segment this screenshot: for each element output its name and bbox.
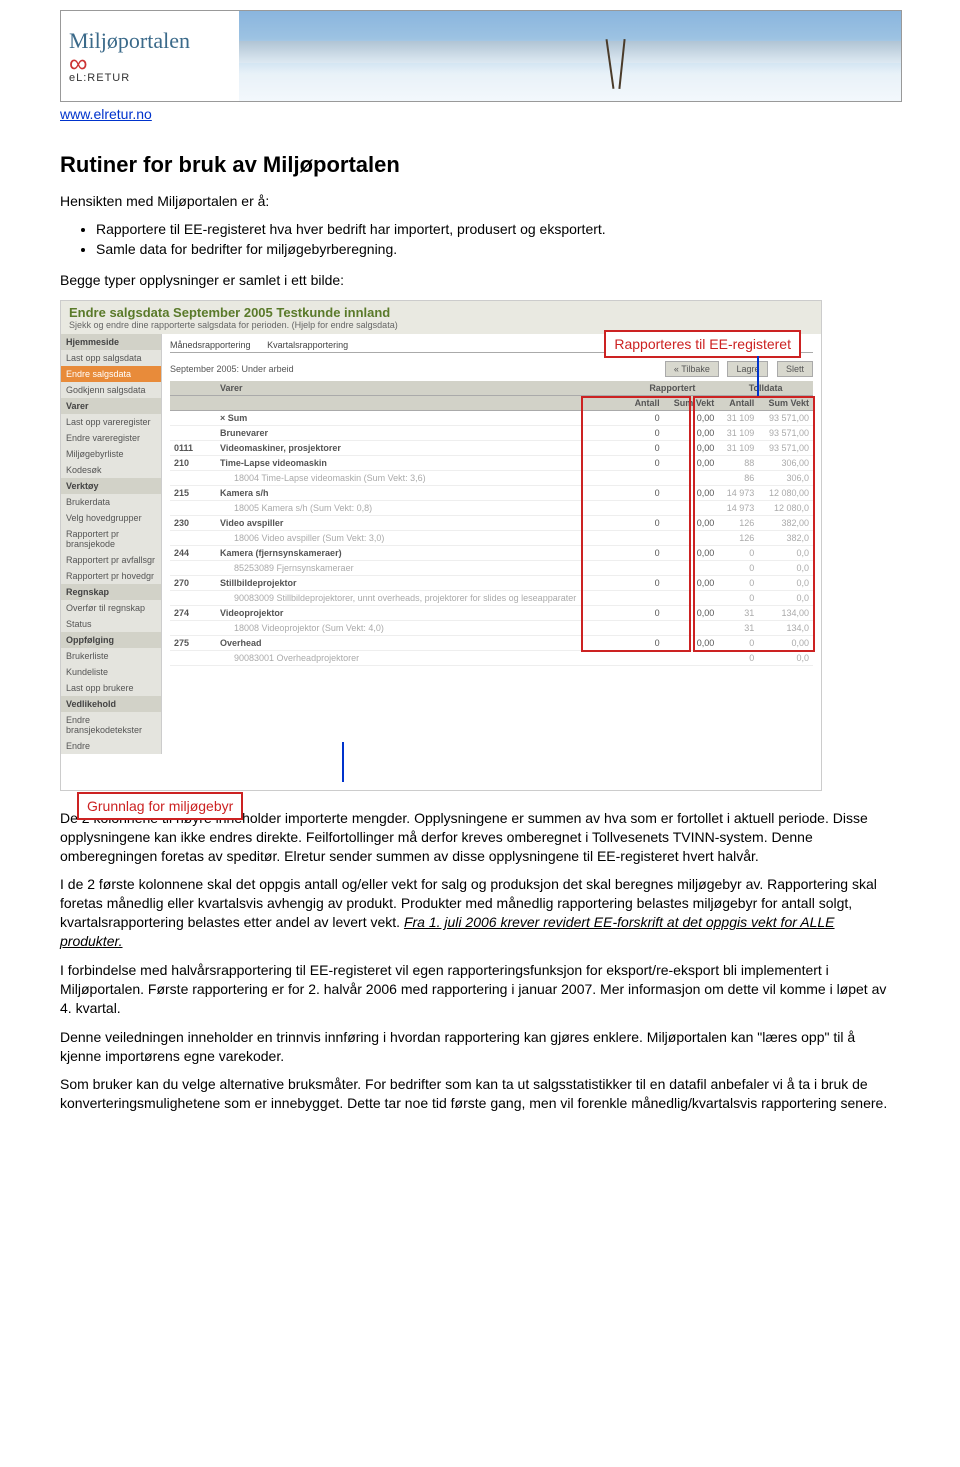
sidebar-item[interactable]: Endre vareregister (61, 430, 161, 446)
back-button[interactable]: « Tilbake (665, 361, 719, 377)
sidebar-group: Varer (61, 398, 161, 414)
red-box-rapportert (581, 396, 691, 652)
sidebar-item[interactable]: Last opp vareregister (61, 414, 161, 430)
shot-sidebar: HjemmesideLast opp salgsdataEndre salgsd… (61, 334, 162, 754)
banner-logo: Miljøportalen ∞ eL:RETUR (61, 11, 239, 101)
sidebar-group: Vedlikehold (61, 696, 161, 712)
sidebar-item[interactable]: Kundeliste (61, 664, 161, 680)
shot-title: Endre salgsdata September 2005 Testkunde… (69, 305, 813, 320)
sidebar-item[interactable]: Brukerliste (61, 648, 161, 664)
shot-subtitle: Sjekk og endre dine rapporterte salgsdat… (69, 320, 813, 330)
doc-title: Rutiner for bruk av Miljøportalen (60, 152, 900, 178)
sidebar-group: Verktøy (61, 478, 161, 494)
list-item: Samle data for bedrifter for miljøgebyrb… (96, 241, 900, 257)
site-link[interactable]: www.elretur.no (60, 106, 152, 122)
sidebar-item[interactable]: Velg hovedgrupper (61, 510, 161, 526)
sidebar-item[interactable]: Endre (61, 738, 161, 754)
para-before-shot: Begge typer opplysninger er samlet i ett… (60, 271, 900, 290)
para-veiledning: Denne veiledningen inneholder en trinnvi… (60, 1028, 900, 1066)
red-box-tolldata (693, 396, 815, 652)
arrow-up (342, 742, 344, 782)
para-columns-left: I de 2 første kolonnene skal det oppgis … (60, 875, 900, 951)
sidebar-item[interactable]: Rapportert pr avfallsgr (61, 552, 161, 568)
sidebar-group: Oppfølging (61, 632, 161, 648)
sidebar-item[interactable]: Miljøgebyrliste (61, 446, 161, 462)
portal-name: Miljøportalen (69, 28, 239, 54)
sidebar-item[interactable]: Endre bransjekodetekster (61, 712, 161, 738)
para-bruker: Som bruker kan du velge alternative bruk… (60, 1075, 900, 1113)
callout-ee-register: Rapporteres til EE-registeret (604, 330, 801, 358)
sidebar-item[interactable]: Status (61, 616, 161, 632)
sidebar-item[interactable]: Last opp brukere (61, 680, 161, 696)
para-halvaar: I forbindelse med halvårsrapportering ti… (60, 961, 900, 1018)
th-rapportert: Rapportert (626, 381, 718, 396)
th-tolldata: Tolldata (718, 381, 813, 396)
intro-line: Hensikten med Miljøportalen er å: (60, 192, 900, 211)
sidebar-group: Regnskap (61, 584, 161, 600)
tab[interactable]: Kvartalsrapportering (267, 340, 348, 350)
sidebar-item[interactable]: Godkjenn salgsdata (61, 382, 161, 398)
sidebar-item[interactable]: Overfør til regnskap (61, 600, 161, 616)
arrow-down (757, 356, 759, 396)
sidebar-item[interactable]: Last opp salgsdata (61, 350, 161, 366)
embedded-screenshot: Endre salgsdata September 2005 Testkunde… (60, 300, 822, 791)
sidebar-item[interactable]: Kodesøk (61, 462, 161, 478)
brand-tag: eL:RETUR (69, 72, 239, 84)
th-varer: Varer (216, 381, 626, 396)
sidebar-group: Hjemmeside (61, 334, 161, 350)
banner-photo (239, 11, 901, 101)
sidebar-item[interactable]: Brukerdata (61, 494, 161, 510)
banner: Miljøportalen ∞ eL:RETUR (60, 10, 902, 102)
callout-grunnlag: Grunnlag for miljøgebyr (77, 792, 243, 820)
table-row: 90083001 Overheadprojektorer00,0 (170, 650, 813, 665)
list-item: Rapportere til EE-registeret hva hver be… (96, 221, 900, 237)
delete-button[interactable]: Slett (777, 361, 813, 377)
sidebar-item[interactable]: Endre salgsdata (61, 366, 161, 382)
sidebar-item[interactable]: Rapportert pr hovedgr (61, 568, 161, 584)
period-label: September 2005: Under arbeid (170, 364, 294, 374)
sidebar-item[interactable]: Rapportert pr bransjekode (61, 526, 161, 552)
infinity-icon: ∞ (69, 54, 239, 72)
tab[interactable]: Månedsrapportering (170, 340, 251, 350)
intro-bullets: Rapportere til EE-registeret hva hver be… (96, 221, 900, 257)
